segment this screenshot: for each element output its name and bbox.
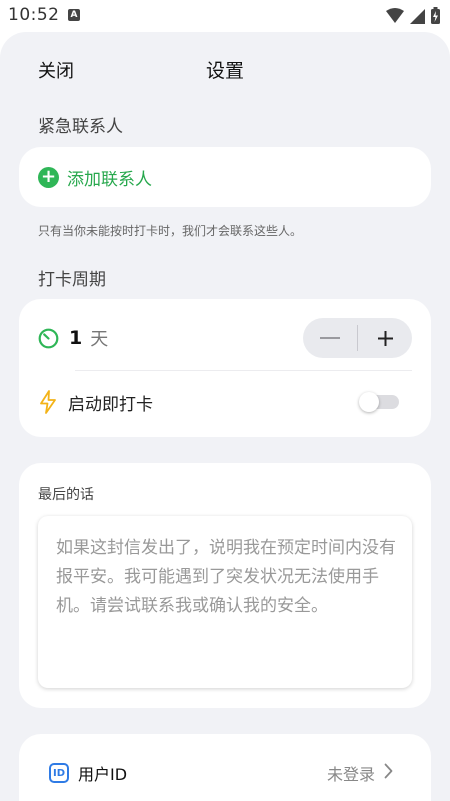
battery-charging-icon [431,7,440,24]
account-card: ID 用户ID 未登录 [19,734,431,801]
row-divider [75,370,412,371]
last-words-box [38,516,412,688]
last-words-card: 最后的话 [19,463,431,708]
decrement-button[interactable] [303,318,357,358]
page-title: 设置 [205,60,244,82]
add-circle-icon: + [38,166,59,188]
wifi-icon [386,7,404,23]
emergency-contacts-heading: 紧急联系人 [38,117,123,137]
start-checkin-toggle[interactable] [359,392,399,412]
emergency-contacts-card: + 添加联系人 [19,147,431,207]
status-icons [386,7,440,24]
add-contact-label: 添加联系人 [67,169,152,190]
signal-icon [410,8,425,24]
notification-a-icon: A [68,9,80,21]
increment-button[interactable] [358,318,412,358]
last-words-label: 最后的话 [38,487,94,503]
start-checkin-row: 启动即打卡 [38,384,412,420]
checkin-period-card: 1 天 启动即打卡 [19,299,431,437]
minus-icon [320,337,340,339]
period-row: 1 天 [38,318,412,358]
login-status: 未登录 [326,765,375,784]
timer-icon [38,328,59,348]
lightning-icon [40,390,56,414]
emergency-hint: 只有当你未能按时打卡时，我们才会联系这些人。 [38,224,303,238]
checkin-period-heading: 打卡周期 [38,270,106,290]
days-unit: 天 [90,329,109,350]
last-words-textarea[interactable] [38,516,412,688]
plus-icon [377,330,393,346]
status-bar: 10:52 A [0,0,450,32]
days-stepper [303,318,412,358]
id-badge-icon: ID [49,763,69,783]
toggle-knob [359,392,379,412]
start-checkin-label: 启动即打卡 [68,394,153,415]
chevron-right-icon [384,763,393,779]
add-contact-button[interactable]: + 添加联系人 [19,147,431,207]
status-time: 10:52 [8,5,60,25]
user-id-label: 用户ID [78,765,128,784]
days-value: 1 [69,327,83,349]
user-id-row[interactable]: ID 用户ID 未登录 [49,759,393,787]
